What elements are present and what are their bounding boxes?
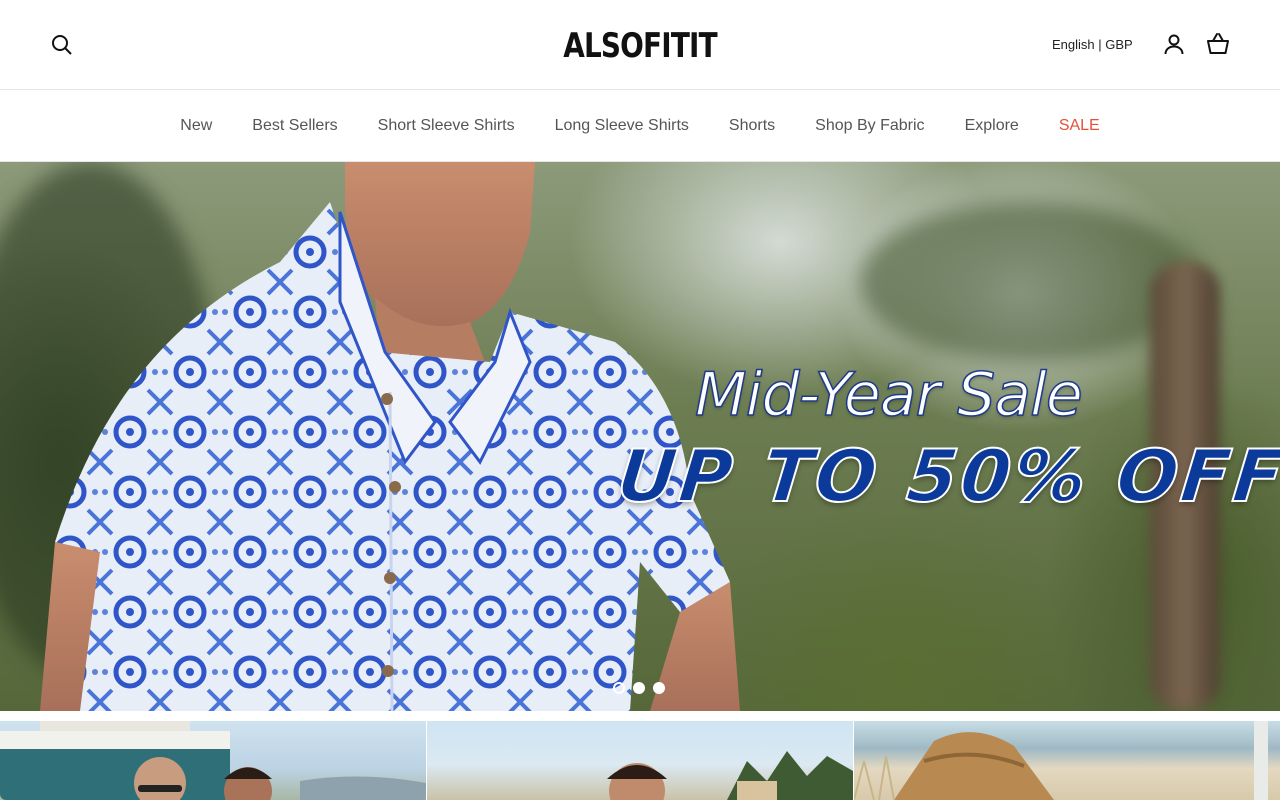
user-icon[interactable] <box>1162 32 1186 56</box>
nav-item-sale[interactable]: SALE <box>1059 117 1100 135</box>
carousel-dot-1[interactable] <box>613 682 625 694</box>
tile-image-beach-hat <box>854 721 1268 800</box>
locale-selector[interactable]: English | GBP <box>1052 37 1133 52</box>
nav-item-shop-by-fabric[interactable]: Shop By Fabric <box>815 117 924 135</box>
main-nav: New Best Sellers Short Sleeve Shirts Lon… <box>0 91 1280 162</box>
hero-discount: UP TO 50% OFF <box>613 433 1280 519</box>
collection-tile[interactable] <box>854 721 1280 800</box>
nav-item-shorts[interactable]: Shorts <box>729 117 775 135</box>
carousel-pagination <box>613 682 665 694</box>
nav-item-best-sellers[interactable]: Best Sellers <box>252 117 337 135</box>
search-icon[interactable] <box>50 33 74 57</box>
hero-banner[interactable]: Mid-Year Sale UP TO 50% OFF <box>0 162 1280 711</box>
tile-image-coast <box>607 751 853 800</box>
nav-item-explore[interactable]: Explore <box>965 117 1019 135</box>
basket-icon[interactable] <box>1206 32 1230 56</box>
collection-tile[interactable] <box>0 721 426 800</box>
nav-item-short-sleeve-shirts[interactable]: Short Sleeve Shirts <box>378 117 515 135</box>
nav-item-new[interactable]: New <box>180 117 212 135</box>
palm-frond-blur <box>860 202 1200 362</box>
carousel-dot-2[interactable] <box>633 682 645 694</box>
site-header: ALSOFITIT English | GBP <box>0 0 1280 90</box>
brand-logo[interactable]: ALSOFITIT <box>115 26 1165 66</box>
hero-title: Mid-Year Sale <box>694 359 1083 431</box>
collection-tile[interactable] <box>427 721 853 800</box>
carousel-dot-3[interactable] <box>653 682 665 694</box>
tile-image-van <box>0 721 426 800</box>
collection-tiles <box>0 721 1280 800</box>
nav-item-long-sleeve-shirts[interactable]: Long Sleeve Shirts <box>555 117 689 135</box>
